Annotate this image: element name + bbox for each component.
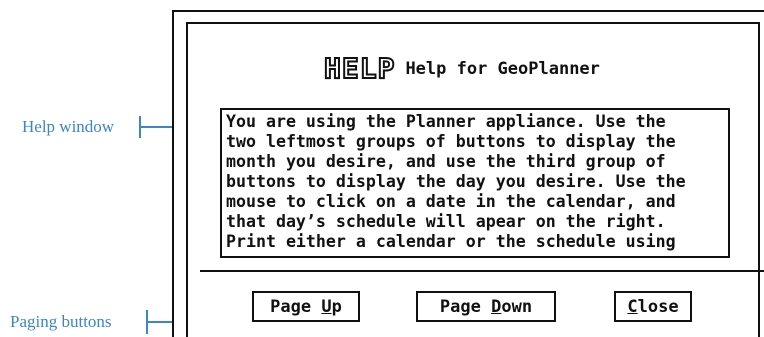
page-down-label-post: own <box>501 296 533 317</box>
help-text-line: month you desire, and use the third grou… <box>226 152 666 171</box>
help-text-line: Print either a calendar or the schedule … <box>226 232 676 251</box>
dialog-separator <box>200 270 764 272</box>
page-down-button[interactable]: Page Down <box>416 291 556 322</box>
page-down-accelerator: D <box>491 296 502 317</box>
paging-buttons-callout-label: Paging buttons <box>10 312 112 331</box>
help-text-line: buttons to display the day you desire. U… <box>226 172 686 191</box>
page-up-label-post: p <box>331 296 342 317</box>
help-window-callout-line <box>139 126 173 128</box>
help-dialog-window: HELP Help for GeoPlanner You are using t… <box>172 10 764 337</box>
page-down-label-pre: Page <box>439 296 492 317</box>
page-up-label-pre: Page <box>270 296 322 317</box>
help-text-line: that day’s schedule will apear on the ri… <box>226 212 666 231</box>
help-text-area[interactable]: You are using the Planner appliance. Use… <box>220 108 730 258</box>
help-window-callout-label: Help window <box>22 117 115 136</box>
page-up-accelerator: U <box>321 296 332 317</box>
close-accelerator: C <box>627 296 638 317</box>
dialog-title: Help for GeoPlanner <box>405 59 600 79</box>
help-text-line: two leftmost groups of buttons to displa… <box>226 132 676 151</box>
help-text-line: mouse to click on a date in the calendar… <box>226 192 676 211</box>
close-label-post: lose <box>637 296 679 317</box>
help-text-line: You are using the Planner appliance. Use… <box>226 112 666 131</box>
close-button[interactable]: Close <box>614 291 692 322</box>
dialog-header: HELP Help for GeoPlanner <box>323 52 600 85</box>
help-logo: HELP <box>323 52 396 85</box>
page-up-button[interactable]: Page Up <box>252 291 360 322</box>
help-dialog-frame: HELP Help for GeoPlanner You are using t… <box>186 22 764 337</box>
